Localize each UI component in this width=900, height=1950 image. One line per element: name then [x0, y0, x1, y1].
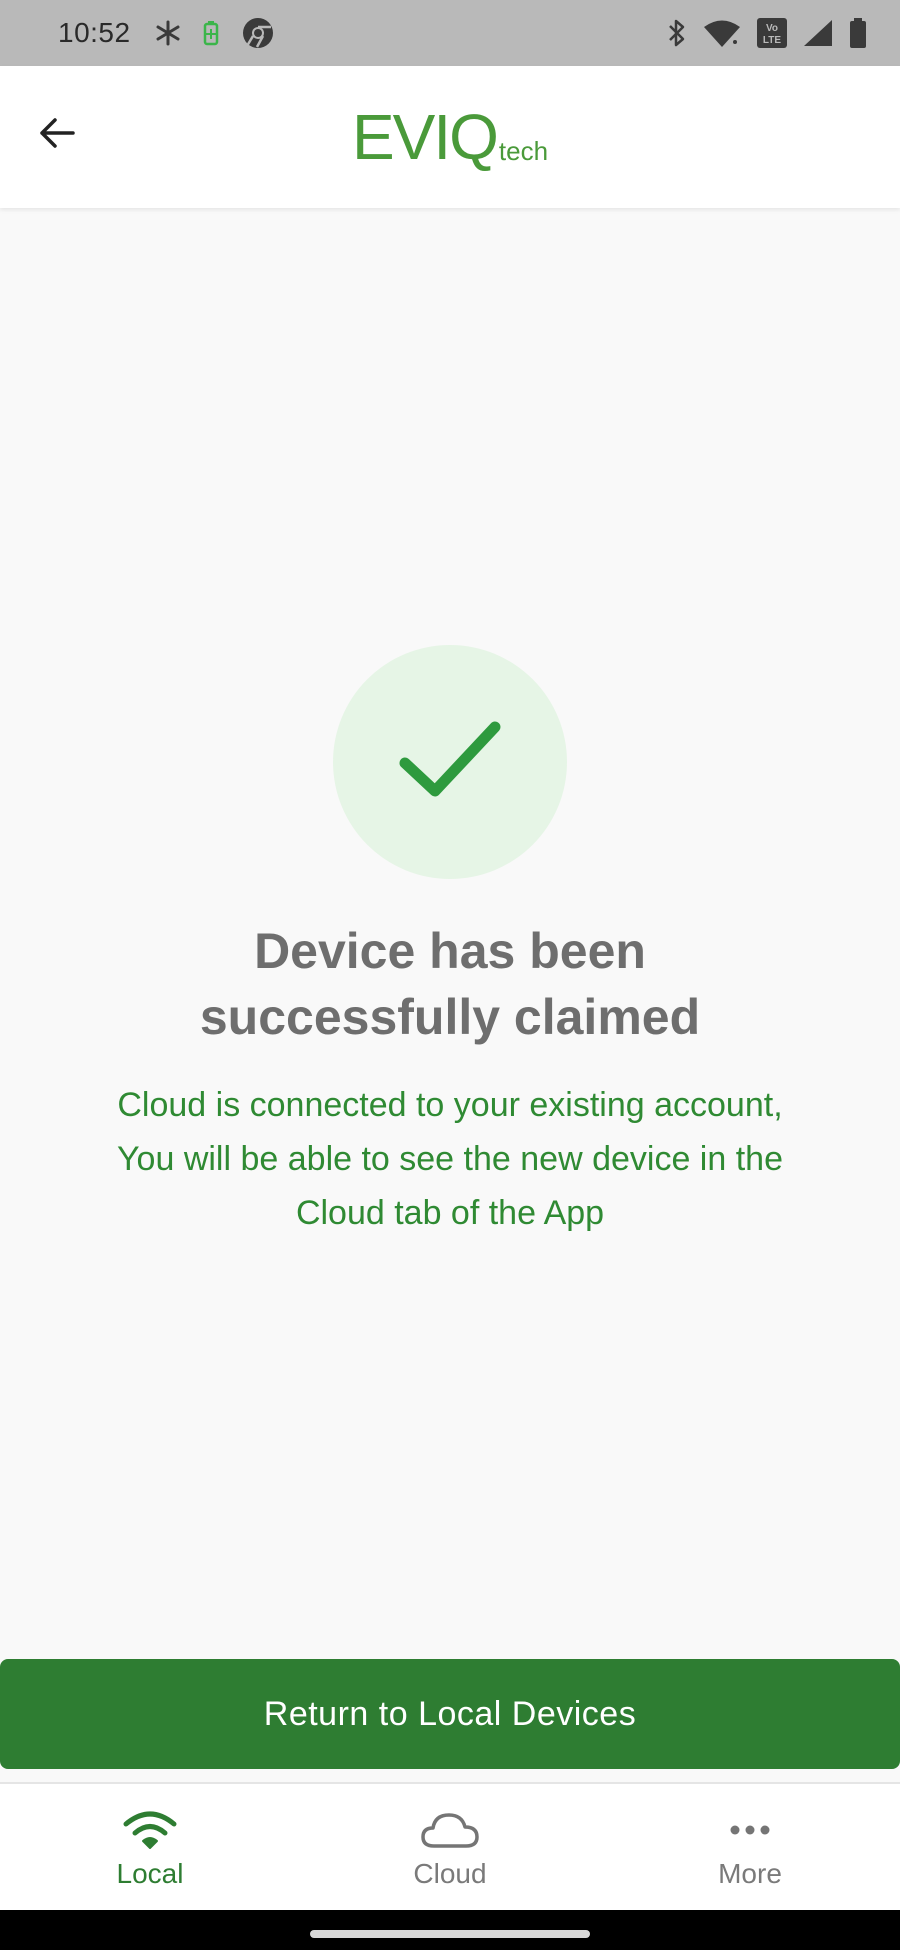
pinwheel-icon	[155, 20, 181, 46]
svg-text:Vo: Vo	[766, 23, 778, 34]
back-button[interactable]	[26, 104, 88, 166]
checkmark-icon	[395, 715, 505, 810]
heading-line-2: successfully claimed	[199, 989, 701, 1045]
wifi-icon	[702, 18, 742, 48]
success-badge	[333, 645, 567, 879]
bottom-nav: Local Cloud More	[0, 1782, 900, 1910]
nav-item-cloud[interactable]: Cloud	[300, 1784, 600, 1910]
system-nav-bar	[0, 1910, 900, 1950]
arrow-left-icon	[37, 113, 77, 158]
logo-main-text: EVIQ	[351, 101, 499, 173]
chrome-icon	[241, 16, 275, 50]
svg-text:LTE: LTE	[763, 35, 781, 46]
wifi-icon	[122, 1808, 178, 1852]
nav-label-more: More	[718, 1858, 782, 1889]
nav-label-cloud: Cloud	[413, 1858, 487, 1889]
nav-item-more[interactable]: More	[600, 1784, 900, 1910]
battery-icon	[848, 17, 868, 49]
message-line-2: You will be able to see the new device i…	[117, 1140, 783, 1178]
status-right-icons: Vo LTE	[666, 17, 868, 49]
nav-item-local[interactable]: Local	[0, 1784, 300, 1910]
nav-label-local: Local	[116, 1858, 184, 1889]
signal-icon	[802, 18, 834, 48]
more-horizontal-icon	[728, 1808, 772, 1852]
status-bar: 10:52 Vo LTE	[0, 0, 900, 66]
status-time: 10:52	[58, 17, 131, 48]
heading-line-1: Device has been	[254, 923, 646, 979]
app-bar: EVIQ tech	[0, 66, 900, 208]
return-to-local-devices-button[interactable]: Return to Local Devices	[0, 1659, 900, 1769]
bluetooth-icon	[666, 17, 688, 49]
home-indicator[interactable]	[310, 1930, 590, 1938]
claim-success-content: Device has been successfully claimed Clo…	[0, 208, 900, 1658]
logo-sub-text: tech	[498, 136, 549, 166]
message-line-1: Cloud is connected to your existing acco…	[117, 1086, 783, 1124]
status-left-icons	[155, 16, 275, 50]
battery-saver-icon	[203, 20, 219, 46]
success-message: Cloud is connected to your existing acco…	[40, 1078, 860, 1240]
success-heading: Device has been successfully claimed	[60, 918, 840, 1050]
message-line-3: Cloud tab of the App	[295, 1194, 605, 1232]
app-logo: EVIQ tech	[352, 105, 548, 169]
volte-icon: Vo LTE	[756, 17, 788, 49]
cloud-icon	[420, 1808, 480, 1852]
